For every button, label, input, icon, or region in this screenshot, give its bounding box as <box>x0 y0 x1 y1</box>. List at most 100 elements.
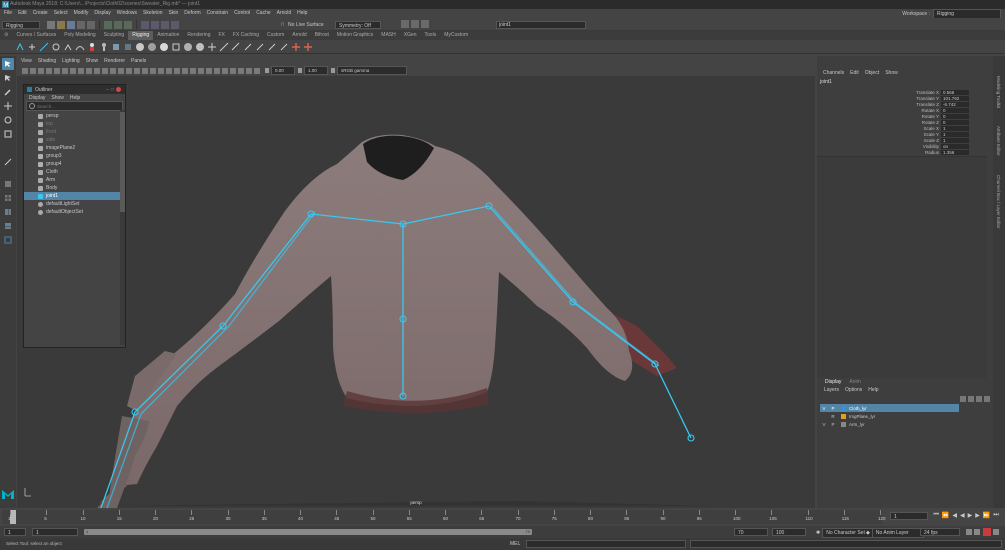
outliner-item[interactable]: group3 <box>24 152 125 160</box>
safe-title-icon[interactable] <box>126 67 132 74</box>
wire-deformer-icon[interactable] <box>195 42 205 52</box>
go-to-start-icon[interactable]: ⏮ <box>932 512 940 519</box>
backface-culling-icon[interactable] <box>254 67 260 74</box>
rotate-tool-icon[interactable] <box>2 114 14 126</box>
outliner-item[interactable]: Cloth <box>24 168 125 176</box>
paint-weights-icon[interactable] <box>135 42 145 52</box>
lasso-tool-icon[interactable] <box>2 72 14 84</box>
select-object-icon[interactable] <box>114 20 122 29</box>
shelf-tab-mycustom[interactable]: MyCustom <box>440 31 472 40</box>
human-ik-icon[interactable] <box>99 42 109 52</box>
menu-select[interactable]: Select <box>51 9 71 18</box>
layer-playback-toggle[interactable]: P <box>828 422 838 427</box>
step-forward-frame-icon[interactable]: ▶ <box>974 512 982 519</box>
panel-menu-lighting[interactable]: Lighting <box>59 57 83 66</box>
camera-attributes-icon[interactable] <box>38 67 44 74</box>
channel-name[interactable]: Translate X <box>891 90 941 95</box>
shelf-tab-curves-surfaces[interactable]: Curves / Surfaces <box>12 31 60 40</box>
layer-playback-toggle[interactable]: R <box>828 414 838 419</box>
film-gate-icon[interactable] <box>86 67 92 74</box>
snap-plane-icon[interactable] <box>171 20 179 29</box>
layer-row[interactable]: V P Arm_lyr <box>820 420 959 428</box>
shelf-tab-tools[interactable]: Tools <box>421 31 441 40</box>
select-hierarchy-icon[interactable] <box>104 20 112 29</box>
sound-icon[interactable] <box>974 529 980 535</box>
layer-visibility-toggle[interactable]: V <box>820 406 828 411</box>
menu-skeleton[interactable]: Skeleton <box>140 9 165 18</box>
layer-visibility-toggle[interactable]: V <box>820 422 828 427</box>
layer-color-swatch[interactable] <box>841 421 846 427</box>
panel-menu-panels[interactable]: Panels <box>128 57 149 66</box>
gate-mask-icon[interactable] <box>102 67 108 74</box>
outliner-title-bar[interactable]: Outliner – □ <box>24 85 125 94</box>
animation-end-field[interactable]: 100 <box>772 528 806 536</box>
lock-camera-icon[interactable] <box>30 67 36 74</box>
script-language-label[interactable]: MEL <box>510 541 520 547</box>
move-pivot-icon[interactable] <box>291 42 301 52</box>
channel-name[interactable]: Rotate Y <box>891 114 941 119</box>
outliner-scrollbar[interactable] <box>120 110 125 345</box>
select-tool-icon[interactable] <box>2 58 14 70</box>
channel-value[interactable]: 0 <box>941 119 969 125</box>
scale-tool-icon[interactable] <box>2 128 14 140</box>
outliner-item[interactable]: defaultLightSet <box>24 200 125 208</box>
menu-create[interactable]: Create <box>30 9 51 18</box>
time-ruler[interactable]: 1 5 10 15 20 25 30 35 40 45 50 55 60 65 70 75 80 85 90 95 10… <box>2 510 886 524</box>
insert-joint-icon[interactable] <box>27 42 37 52</box>
default-material-icon[interactable] <box>150 67 156 74</box>
layer-playback-toggle[interactable]: P <box>828 406 838 411</box>
channel-value[interactable]: 101.792 <box>941 95 969 101</box>
layer-tab-anim[interactable]: Anim <box>845 379 864 385</box>
loop-icon[interactable] <box>966 529 972 535</box>
shelf-tab-sculpting[interactable]: Sculpting <box>100 31 129 40</box>
four-view-icon[interactable] <box>2 192 14 204</box>
range-bar[interactable]: 1 70 <box>84 529 532 535</box>
outliner-item[interactable]: top <box>24 120 125 128</box>
step-forward-key-icon[interactable]: ⏩ <box>981 512 991 519</box>
aim-constraint-icon[interactable] <box>267 42 277 52</box>
fps-dropdown[interactable]: 24 fps <box>920 528 960 536</box>
side-tab-modeling-toolkit[interactable]: Modeling Toolkit <box>996 76 1001 108</box>
shelf-tabs-gear-icon[interactable]: ⚙ <box>0 31 12 40</box>
live-surface[interactable]: ∩ No Live Surface <box>280 21 324 28</box>
channel-box-object-name[interactable]: joint1 <box>817 78 1005 86</box>
channel-name[interactable]: Radius <box>891 150 941 155</box>
play-forward-icon[interactable]: ▶ <box>966 512 974 519</box>
channel-name[interactable]: Visibility <box>891 144 941 149</box>
channel-box-menu-show[interactable]: Show <box>882 70 901 76</box>
menu-modify[interactable]: Modify <box>71 9 92 18</box>
paint-select-icon[interactable] <box>2 86 14 98</box>
shelf-tab-rendering[interactable]: Rendering <box>183 31 214 40</box>
render-settings-icon[interactable] <box>421 20 429 28</box>
channel-value[interactable]: -6.742 <box>941 101 969 107</box>
safe-action-icon[interactable] <box>118 67 124 74</box>
menu-deform[interactable]: Deform <box>181 9 203 18</box>
name-field[interactable] <box>496 21 586 29</box>
menu-windows[interactable]: Windows <box>114 9 140 18</box>
outliner-item[interactable]: imagePlane2 <box>24 144 125 152</box>
outliner-menu-help[interactable]: Help <box>67 95 83 101</box>
snap-point-icon[interactable] <box>161 20 169 29</box>
redo-icon[interactable] <box>87 20 95 29</box>
layer-menu-help[interactable]: Help <box>865 387 881 393</box>
channel-value[interactable]: 1 <box>941 137 969 143</box>
layer-name[interactable]: ImgPlane_lyr <box>849 414 875 419</box>
mirror-joint-icon[interactable] <box>39 42 49 52</box>
channel-name[interactable]: Scale Y <box>891 132 941 137</box>
channel-value[interactable]: 1 <box>941 125 969 131</box>
playback-end-field[interactable]: 70 <box>734 528 768 536</box>
channel-value[interactable]: 0.566 <box>941 89 969 95</box>
view-transform-dropdown[interactable]: sRGB gamma <box>337 66 407 75</box>
orient-constraint-icon[interactable] <box>243 42 253 52</box>
graph-layout-icon[interactable] <box>2 220 14 232</box>
channel-box-menu-edit[interactable]: Edit <box>847 70 862 76</box>
channel-box-menu-channels[interactable]: Channels <box>820 70 847 76</box>
menu-edit[interactable]: Edit <box>15 9 30 18</box>
menu-display[interactable]: Display <box>91 9 113 18</box>
outliner-layout-icon[interactable] <box>2 206 14 218</box>
step-back-frame-icon[interactable]: ◀ <box>951 512 959 519</box>
channel-name[interactable]: Rotate Z <box>891 120 941 125</box>
shelf-tab-poly-modeling[interactable]: Poly Modeling <box>60 31 99 40</box>
channel-name[interactable]: Rotate X <box>891 108 941 113</box>
create-joint-icon[interactable] <box>15 42 25 52</box>
